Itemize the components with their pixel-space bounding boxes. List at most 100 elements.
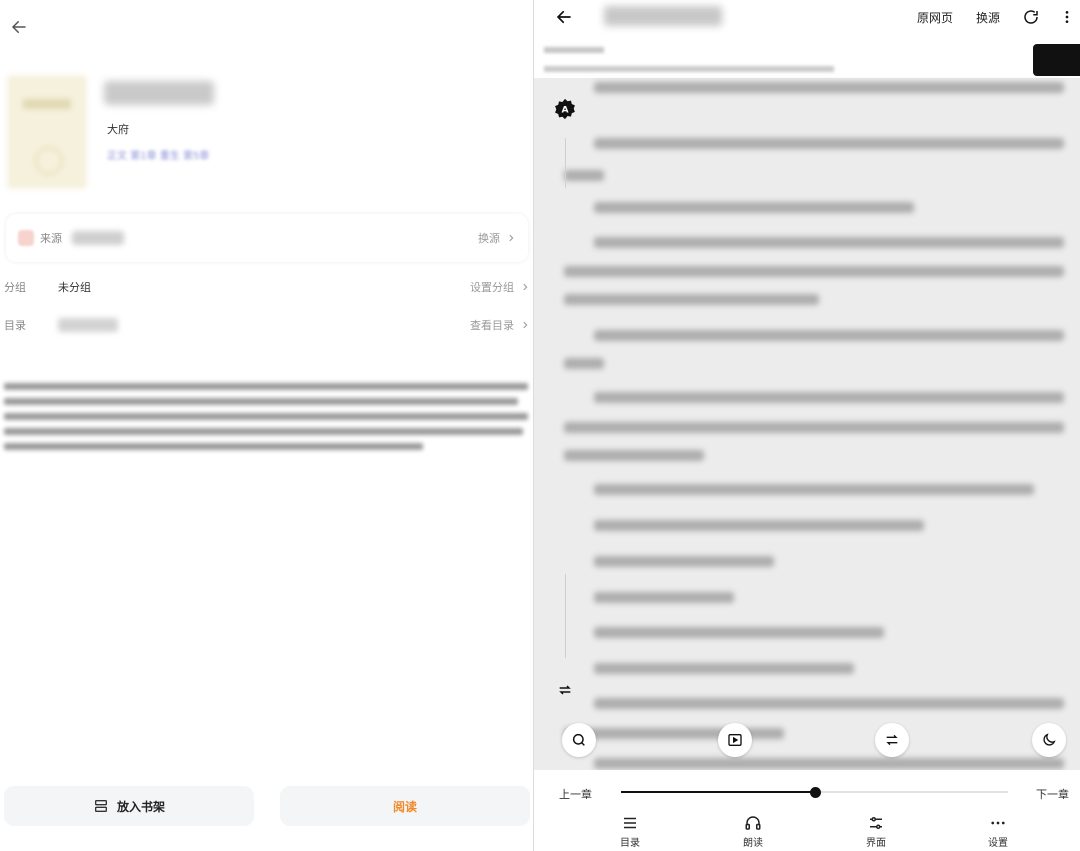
add-to-shelf-label: 放入书架	[116, 799, 165, 814]
group-row[interactable]: 分组 未分组 设置分组	[4, 276, 530, 298]
moon-icon	[1043, 733, 1056, 746]
text-line	[594, 484, 1034, 495]
toc-value-blurred	[58, 318, 118, 332]
book-title-blurred	[104, 81, 214, 105]
font-badge-icon[interactable]: A	[554, 98, 576, 120]
side-divider	[565, 574, 566, 658]
night-mode-fab[interactable]	[1032, 723, 1066, 757]
description-line	[4, 398, 518, 405]
tab-read-aloud[interactable]: 朗读	[723, 814, 783, 849]
book-cover[interactable]	[8, 76, 86, 188]
search-fab[interactable]	[562, 723, 596, 757]
view-toc-link[interactable]: 查看目录	[470, 317, 530, 333]
swap-icon	[886, 734, 898, 746]
original-page-button[interactable]: 原网页	[917, 9, 953, 26]
text-line	[594, 556, 774, 567]
text-line	[594, 758, 1064, 769]
description-line	[4, 383, 528, 390]
reader-back-button[interactable]	[552, 6, 576, 28]
tab-settings[interactable]: 设置	[968, 814, 1028, 849]
text-line	[564, 358, 604, 369]
bookshelf-icon	[94, 800, 107, 812]
reader-top-bar: 原网页 换源	[534, 0, 1080, 78]
description-line	[4, 413, 528, 420]
text-line	[564, 450, 704, 461]
sliders-icon	[870, 817, 882, 829]
reader-bottom-bar: 上一章 下一章 目录 朗读 界面 设置	[534, 770, 1080, 851]
text-line	[594, 520, 924, 531]
refresh-icon	[1024, 10, 1038, 24]
tab-interface-label: 界面	[866, 838, 886, 849]
back-button[interactable]	[6, 14, 32, 40]
headphones-icon	[745, 816, 761, 830]
add-to-shelf-button[interactable]: 放入书架	[4, 786, 254, 826]
reader-title-blurred	[604, 6, 722, 26]
search-icon	[572, 733, 585, 746]
change-source-link[interactable]: 换源	[478, 230, 516, 246]
reader-content-blurred	[534, 78, 1080, 770]
book-detail-pane: 大府 正文 第1章 重生 第5章 来源 换源 分组 未分组 设置分组 目录 查看…	[0, 0, 533, 851]
source-row[interactable]: 来源 换源	[6, 214, 528, 262]
text-line	[564, 170, 604, 181]
group-key: 分组	[4, 281, 26, 294]
text-line	[594, 698, 1064, 709]
toc-row[interactable]: 目录 查看目录	[4, 314, 530, 336]
change-source-label: 换源	[478, 232, 500, 245]
book-description-blurred	[4, 383, 528, 458]
tab-interface[interactable]: 界面	[846, 814, 906, 849]
group-value: 未分组	[58, 281, 91, 294]
chevron-right-icon	[523, 283, 528, 291]
text-line	[594, 202, 914, 213]
text-line	[564, 294, 819, 305]
description-line	[4, 428, 523, 435]
more-vertical-icon	[1065, 11, 1069, 23]
text-line	[594, 138, 1064, 149]
floating-toggle[interactable]	[1033, 44, 1080, 76]
svg-text:A: A	[561, 105, 569, 116]
progress-thumb[interactable]	[809, 787, 821, 798]
chevron-right-icon	[509, 234, 514, 242]
latest-chapter[interactable]: 正文 第1章 重生 第5章	[107, 147, 209, 162]
play-box-icon	[728, 734, 742, 746]
view-toc-label: 查看目录	[470, 319, 514, 332]
book-author: 大府	[107, 123, 129, 136]
text-line	[564, 266, 1064, 277]
text-line	[594, 592, 734, 603]
arrow-left-icon	[11, 21, 26, 33]
more-menu-button[interactable]	[1056, 6, 1078, 28]
text-line	[594, 330, 1064, 341]
text-line	[594, 663, 854, 674]
chapter-name-blurred	[544, 47, 604, 53]
next-chapter-button[interactable]: 下一章	[1036, 786, 1069, 802]
progress-fill	[621, 791, 815, 793]
swap-icon[interactable]	[556, 682, 574, 698]
more-horizontal-icon	[991, 821, 1005, 825]
set-group-link[interactable]: 设置分组	[470, 279, 530, 295]
reader-change-source-button[interactable]: 换源	[976, 9, 1000, 26]
replace-fab[interactable]	[875, 723, 909, 757]
toc-key: 目录	[4, 319, 26, 332]
tab-toc[interactable]: 目录	[600, 814, 660, 849]
set-group-label: 设置分组	[470, 281, 514, 294]
read-label: 阅读	[392, 799, 417, 814]
tab-read-aloud-label: 朗读	[743, 838, 763, 849]
description-line	[4, 443, 424, 450]
prev-chapter-button[interactable]: 上一章	[559, 786, 592, 802]
refresh-button[interactable]	[1020, 6, 1042, 28]
autoplay-fab[interactable]	[718, 723, 752, 757]
chapter-url-blurred	[544, 66, 834, 72]
chevron-right-icon	[523, 321, 528, 329]
side-divider	[565, 138, 566, 188]
source-label: 来源	[40, 232, 62, 245]
source-value-blurred	[72, 231, 124, 245]
text-line	[594, 392, 1064, 403]
text-line	[594, 82, 1064, 93]
text-line	[564, 422, 1064, 433]
detail-action-bar: 放入书架 阅读	[4, 786, 530, 826]
text-line	[594, 237, 1064, 248]
list-icon	[624, 817, 636, 829]
chapter-progress-slider[interactable]	[621, 787, 1008, 798]
read-button[interactable]: 阅读	[280, 786, 530, 826]
tab-settings-label: 设置	[988, 838, 1008, 849]
text-line	[594, 627, 884, 638]
